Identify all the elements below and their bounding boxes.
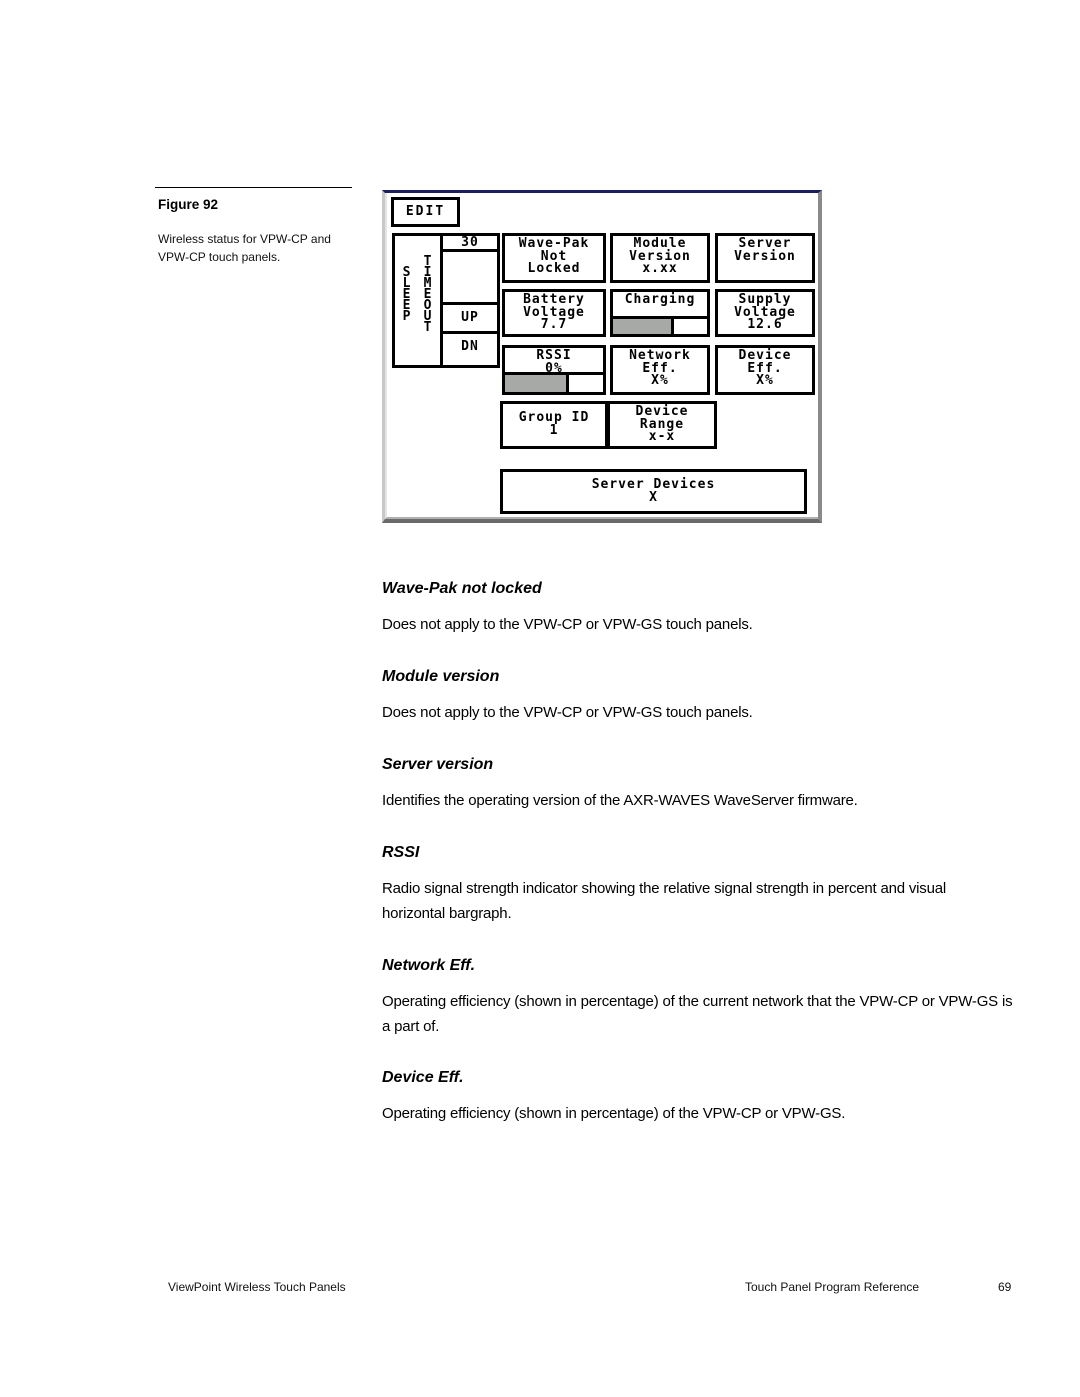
timeout-down-button[interactable]: DN — [443, 334, 497, 365]
section-body-module-version: Does not apply to the VPW-CP or VPW-GS t… — [382, 704, 753, 721]
section-body-wavepak: Does not apply to the VPW-CP or VPW-GS t… — [382, 616, 753, 633]
sleep-label: SLEEP — [402, 265, 412, 324]
section-body-rssi: Radio signal strength indicator showing … — [382, 880, 947, 922]
sleep-timeout-panel: SLEEP TIMEOUT 30 UP DN — [392, 233, 500, 368]
module-version: Module Version x.xx — [610, 233, 710, 283]
section-heading-network-eff: Network Eff. — [382, 957, 476, 974]
group-id: Group ID 1 — [500, 401, 608, 449]
figure-caption: Wireless status for VPW-CP and VPW-CP to… — [158, 232, 331, 264]
edit-button[interactable]: EDIT — [391, 197, 460, 227]
charging-status: Charging — [610, 289, 710, 337]
supply-voltage: Supply Voltage 12.6 — [715, 289, 815, 337]
footer-left: ViewPoint Wireless Touch Panels — [168, 1280, 346, 1294]
timeout-up-button[interactable]: UP — [443, 305, 497, 334]
section-heading-rssi: RSSI — [382, 844, 420, 861]
figure-rule — [155, 187, 352, 188]
rssi-bar — [505, 372, 603, 392]
timeout-label: TIMEOUT — [423, 254, 433, 335]
figure-title: Figure 92 — [158, 197, 219, 212]
charging-bar-fill — [613, 319, 675, 334]
server-version: Server Version — [715, 233, 815, 283]
section-heading-wavepak: Wave-Pak not locked — [382, 580, 542, 597]
section-body-network-eff: Operating efficiency (shown in percentag… — [382, 993, 1013, 1035]
page-number: 69 — [998, 1280, 1012, 1294]
footer-center: Touch Panel Program Reference — [745, 1280, 920, 1294]
timeout-value: 30 — [443, 236, 497, 252]
touch-panel-screenshot: EDIT SLEEP TIMEOUT 30 UP DN Wave-Pak Not… — [382, 190, 822, 523]
timeout-display — [443, 252, 497, 305]
rssi-status: RSSI 0% — [502, 345, 606, 395]
section-body-server-version: Identifies the operating version of the … — [382, 792, 858, 809]
battery-voltage: Battery Voltage 7.7 — [502, 289, 606, 337]
section-body-device-eff: Operating efficiency (shown in percentag… — [382, 1105, 846, 1122]
wavepak-status: Wave-Pak Not Locked — [502, 233, 606, 283]
server-devices: Server Devices X — [500, 469, 807, 514]
device-range: Device Range x-x — [605, 401, 717, 449]
network-efficiency: Network Eff. X% — [610, 345, 710, 395]
section-heading-device-eff: Device Eff. — [382, 1069, 464, 1086]
device-efficiency: Device Eff. X% — [715, 345, 815, 395]
charging-bar — [613, 316, 707, 334]
section-heading-server-version: Server version — [382, 756, 494, 773]
section-heading-module-version: Module version — [382, 668, 500, 685]
rssi-bar-fill — [505, 375, 569, 392]
edit-button-label: EDIT — [405, 204, 446, 219]
timeout-controls: 30 UP DN — [440, 236, 497, 365]
